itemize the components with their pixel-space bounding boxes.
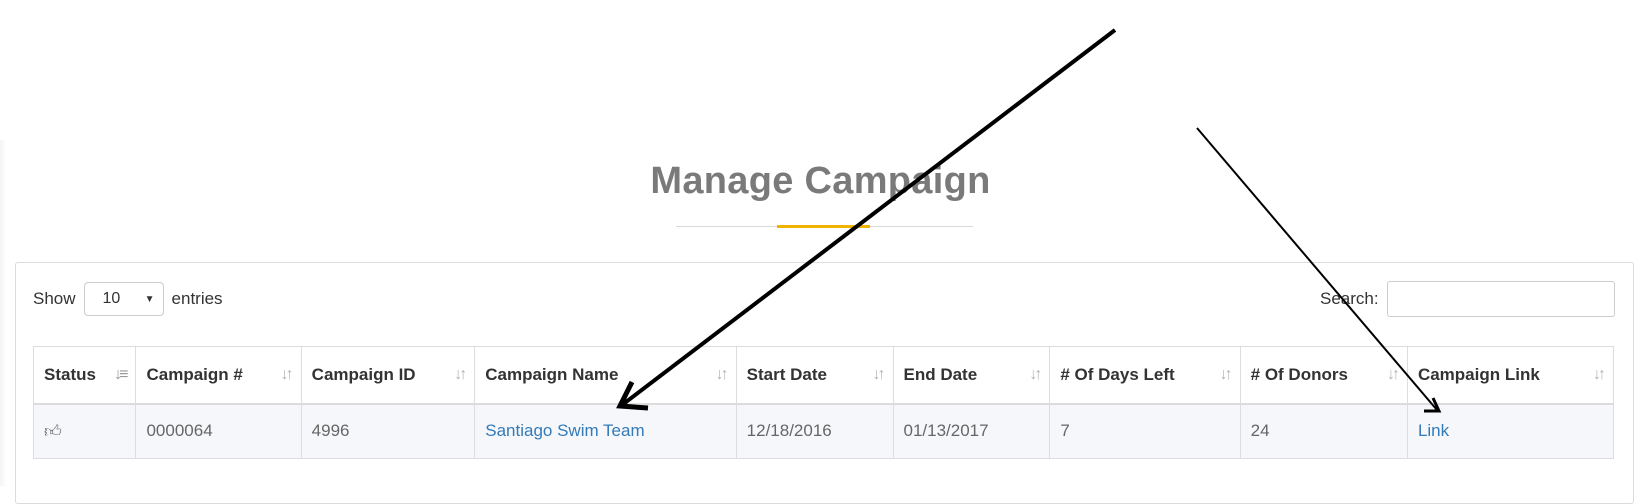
page-title: Manage Campaign <box>650 160 991 202</box>
entries-length-control: Show 10 ▼ entries <box>33 281 223 317</box>
sort-amount-asc-icon: ↓≡ <box>114 365 128 383</box>
column-header-campaign-name[interactable]: Campaign Name ↓↑ <box>474 346 737 405</box>
title-accent-bar <box>777 225 870 228</box>
campaign-link[interactable]: Link <box>1418 421 1449 440</box>
cell-start-date: 12/18/2016 <box>735 403 894 459</box>
sort-both-icon: ↓↑ <box>1029 365 1042 383</box>
column-header-donors[interactable]: # Of Donors ↓↑ <box>1239 346 1408 405</box>
search-label: Search: <box>1320 289 1379 308</box>
campaign-table: Status ↓≡ Campaign # ↓↑ Campaign ID ↓↑ C… <box>32 346 1615 459</box>
column-header-campaign-link[interactable]: Campaign Link ↓↑ <box>1406 346 1615 405</box>
cell-campaign-link: Link <box>1406 403 1615 459</box>
cell-days-left: 7 <box>1049 403 1241 459</box>
column-header-start-date[interactable]: Start Date ↓↑ <box>735 346 894 405</box>
sort-both-icon: ↓↑ <box>280 365 294 383</box>
entries-label: entries <box>171 289 223 308</box>
table-row: 👍︎ 0000064 4996 Santiago Swim Team 12/18… <box>32 403 1615 459</box>
search-control: Search: <box>1320 280 1615 318</box>
column-header-campaign-id[interactable]: Campaign ID ↓↑ <box>300 346 476 405</box>
chevron-down-icon: ▼ <box>144 293 155 305</box>
cell-end-date: 01/13/2017 <box>892 403 1051 459</box>
search-input[interactable] <box>1386 281 1615 317</box>
show-label: Show <box>33 289 76 308</box>
cell-campaign-name: Santiago Swim Team <box>474 403 737 459</box>
cell-donors: 24 <box>1239 403 1408 459</box>
sort-both-icon: ↓↑ <box>1386 365 1400 383</box>
table-header-row: Status ↓≡ Campaign # ↓↑ Campaign ID ↓↑ C… <box>32 346 1615 405</box>
thumbs-up-icon[interactable]: 👍︎ <box>44 422 62 441</box>
column-header-campaign-number[interactable]: Campaign # ↓↑ <box>135 346 302 405</box>
sort-both-icon: ↓↑ <box>454 365 467 383</box>
column-header-status[interactable]: Status ↓≡ <box>32 346 137 405</box>
sort-both-icon: ↓↑ <box>1219 365 1233 383</box>
entries-select[interactable]: 10 ▼ <box>83 282 164 316</box>
campaign-name-link[interactable]: Santiago Swim Team <box>485 421 644 440</box>
column-header-days-left[interactable]: # Of Days Left ↓↑ <box>1049 346 1241 405</box>
sort-both-icon: ↓↑ <box>872 365 886 383</box>
cell-campaign-number: 0000064 <box>135 403 302 459</box>
sort-both-icon: ↓↑ <box>1593 365 1606 383</box>
cell-campaign-id: 4996 <box>300 403 476 459</box>
column-header-end-date[interactable]: End Date ↓↑ <box>892 346 1051 405</box>
cell-status: 👍︎ <box>32 403 137 459</box>
entries-select-value: 10 <box>102 290 121 307</box>
sort-both-icon: ↓↑ <box>715 365 729 383</box>
